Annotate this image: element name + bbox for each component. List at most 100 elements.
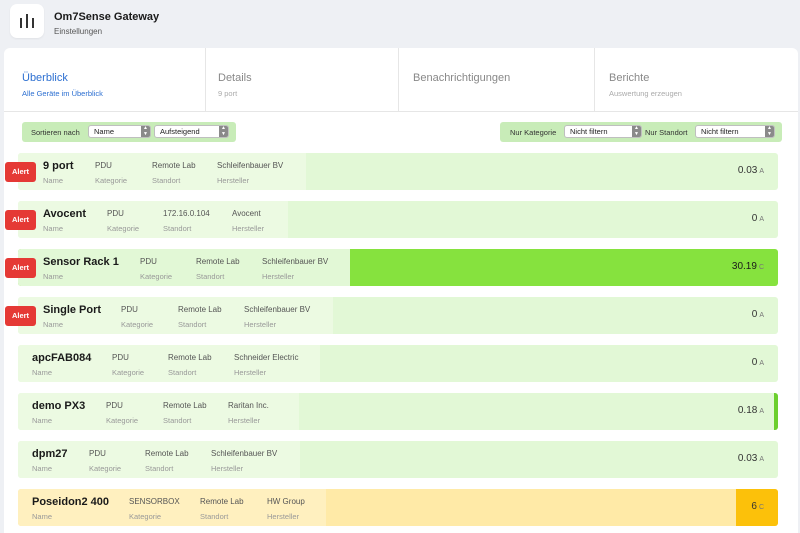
tab-details[interactable]: Details 9 port	[204, 48, 399, 112]
device-value: 0A	[752, 309, 764, 320]
alert-badge[interactable]: Alert	[5, 306, 36, 326]
category-label: Kategorie	[129, 512, 162, 521]
device-vendor: Schneider Electric	[234, 353, 299, 362]
device-name: Sensor Rack 1	[43, 256, 119, 268]
app-logo-icon[interactable]	[10, 4, 44, 38]
value-number: 0	[751, 213, 758, 224]
location-label: Standort	[196, 272, 225, 281]
device-location: Remote Lab	[168, 353, 212, 362]
level-indicator	[774, 393, 778, 430]
value-unit: A	[759, 312, 764, 319]
device-name: Avocent	[43, 208, 86, 220]
value-unit: C	[758, 264, 764, 271]
name-label: Name	[32, 416, 53, 425]
vendor-label: Hersteller	[217, 176, 250, 185]
location-label: Standort	[152, 176, 181, 185]
location-label: Standort	[163, 224, 192, 233]
value-unit: A	[759, 168, 764, 175]
name-label: Name	[32, 464, 53, 473]
sort-field-value: Name	[94, 127, 115, 136]
device-location: Remote Lab	[152, 161, 196, 170]
category-label: Kategorie	[140, 272, 173, 281]
device-vendor: Schleifenbauer BV	[211, 449, 278, 458]
tab-bar: Überblick Alle Geräte im Überblick Detai…	[4, 48, 798, 112]
device-row[interactable]: apcFAB084 Name PDU Kategorie Remote Lab …	[18, 345, 778, 382]
device-value: 0A	[752, 357, 764, 368]
device-vendor: Avocent	[232, 209, 261, 218]
app-subtitle: Einstellungen	[54, 27, 103, 36]
select-arrows-icon: ▲ ▼	[219, 125, 228, 137]
category-filter-select[interactable]: Nicht filtern ▲ ▼	[564, 125, 642, 138]
device-info: Poseidon2 400 Name SENSORBOX Kategorie R…	[18, 489, 326, 526]
location-label: Standort	[163, 416, 192, 425]
device-name: 9 port	[43, 160, 74, 172]
sort-label: Sortieren nach	[31, 128, 80, 137]
device-category: PDU	[107, 209, 124, 218]
value-number: 0	[751, 309, 758, 320]
device-location: Remote Lab	[200, 497, 244, 506]
device-vendor: HW Group	[267, 497, 305, 506]
location-label: Standort	[145, 464, 174, 473]
sort-order-select[interactable]: Aufsteigend ▲ ▼	[154, 125, 229, 138]
value-number: 0.03	[737, 453, 758, 464]
device-info: apcFAB084 Name PDU Kategorie Remote Lab …	[18, 345, 320, 382]
device-value: 0.18 A	[738, 405, 764, 416]
device-location: 172.16.0.104	[163, 209, 210, 218]
value-unit: A	[759, 360, 764, 367]
device-value: 6C	[751, 501, 764, 512]
device-name: apcFAB084	[32, 352, 92, 364]
name-label: Name	[43, 272, 64, 281]
location-filter-value: Nicht filtern	[701, 127, 739, 136]
device-value: 30.19 C	[732, 261, 764, 272]
device-location: Remote Lab	[163, 401, 207, 410]
device-category: SENSORBOX	[129, 497, 180, 506]
tab-benachrichtigungen[interactable]: Benachrichtigungen	[399, 48, 595, 112]
alert-badge[interactable]: Alert	[5, 162, 36, 182]
device-value: 0.03 A	[738, 453, 764, 464]
category-filter-label: Nur Kategorie	[510, 128, 557, 137]
device-row[interactable]: Single Port Name PDU Kategorie Remote La…	[18, 297, 778, 334]
device-info: Single Port Name PDU Kategorie Remote La…	[18, 297, 333, 334]
tab-label: Details	[218, 72, 252, 84]
device-value: 0A	[752, 213, 764, 224]
device-vendor: Raritan Inc.	[228, 401, 269, 410]
location-label: Standort	[168, 368, 197, 377]
tab-berichte[interactable]: Berichte Auswertung erzeugen	[595, 48, 798, 112]
device-row[interactable]: demo PX3 Name PDU Kategorie Remote Lab S…	[18, 393, 778, 430]
value-unit: C	[758, 504, 764, 511]
category-filter-value: Nicht filtern	[570, 127, 608, 136]
tab-label: Benachrichtigungen	[413, 72, 511, 84]
device-row[interactable]: Avocent Name PDU Kategorie 172.16.0.104 …	[18, 201, 778, 238]
device-vendor: Schleifenbauer BV	[262, 257, 329, 266]
device-row[interactable]: Sensor Rack 1 Name PDU Kategorie Remote …	[18, 249, 778, 286]
device-name: demo PX3	[32, 400, 86, 412]
app-title: Om7Sense Gateway	[54, 11, 160, 23]
sort-order-value: Aufsteigend	[160, 127, 200, 136]
value-unit: A	[759, 408, 764, 415]
value-number: 0.03	[737, 165, 758, 176]
category-label: Kategorie	[89, 464, 122, 473]
value-number: 6	[751, 501, 757, 512]
tab-sublabel: Auswertung erzeugen	[609, 89, 682, 98]
tab-sublabel: Alle Geräte im Überblick	[22, 89, 103, 98]
sort-bar: Sortieren nach Name ▲ ▼ Aufsteigend ▲ ▼	[22, 122, 236, 142]
device-info: dpm27 Name PDU Kategorie Remote Lab Stan…	[18, 441, 300, 478]
device-location: Remote Lab	[145, 449, 189, 458]
filter-bar: Nur Kategorie Nicht filtern ▲ ▼ Nur Stand…	[500, 122, 782, 142]
alert-badge[interactable]: Alert	[5, 258, 36, 278]
tab-ueberblick[interactable]: Überblick Alle Geräte im Überblick	[8, 48, 206, 112]
sort-field-select[interactable]: Name ▲ ▼	[88, 125, 151, 138]
device-info: 9 port Name PDU Kategorie Remote Lab Sta…	[18, 153, 306, 190]
vendor-label: Hersteller	[267, 512, 300, 521]
device-category: PDU	[106, 401, 123, 410]
vendor-label: Hersteller	[211, 464, 244, 473]
device-row[interactable]: dpm27 Name PDU Kategorie Remote Lab Stan…	[18, 441, 778, 478]
name-label: Name	[32, 368, 53, 377]
location-filter-select[interactable]: Nicht filtern ▲ ▼	[695, 125, 775, 138]
category-label: Kategorie	[106, 416, 139, 425]
device-row[interactable]: Poseidon2 400 Name SENSORBOX Kategorie R…	[18, 489, 778, 526]
category-label: Kategorie	[112, 368, 145, 377]
alert-badge[interactable]: Alert	[5, 210, 36, 230]
vendor-label: Hersteller	[244, 320, 277, 329]
device-row[interactable]: 9 port Name PDU Kategorie Remote Lab Sta…	[18, 153, 778, 190]
